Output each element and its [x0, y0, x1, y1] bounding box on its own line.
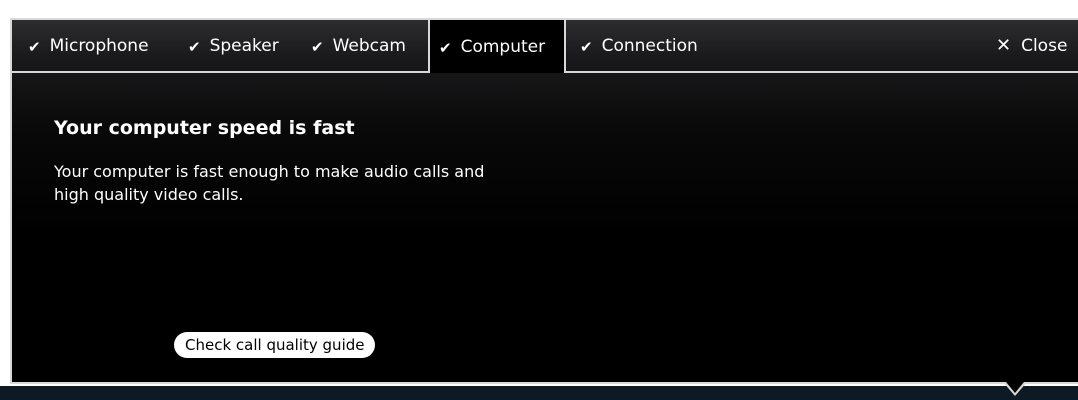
- tab-speaker[interactable]: ✔ Speaker: [188, 20, 279, 71]
- tab-label: Microphone: [49, 35, 149, 56]
- tab-connection[interactable]: ✔ Connection: [580, 20, 698, 71]
- tab-label: Connection: [601, 35, 698, 56]
- check-icon: ✔: [439, 38, 452, 57]
- tab-microphone[interactable]: ✔ Microphone: [28, 20, 149, 71]
- check-icon: ✔: [28, 37, 41, 56]
- background-strip: [0, 386, 1078, 400]
- tab-label: Computer: [460, 36, 546, 57]
- tab-label: Webcam: [332, 35, 406, 56]
- close-icon: ✕: [996, 35, 1012, 56]
- check-icon: ✔: [580, 37, 593, 56]
- content-description: Your computer is fast enough to make aud…: [54, 162, 485, 204]
- tab-computer[interactable]: ✔ Computer: [428, 18, 566, 73]
- close-button[interactable]: ✕ Close: [996, 20, 1067, 71]
- close-label: Close: [1021, 35, 1068, 56]
- tab-webcam[interactable]: ✔ Webcam: [311, 20, 406, 71]
- check-icon: ✔: [311, 37, 324, 56]
- check-call-quality-guide-button[interactable]: Check call quality guide: [174, 332, 376, 358]
- check-icon: ✔: [188, 37, 201, 56]
- call-test-window: ✔ Microphone ✔ Speaker ✔ Webcam ✔ Comput…: [0, 0, 1078, 400]
- tab-label: Speaker: [209, 35, 279, 56]
- content-title: Your computer speed is fast: [54, 117, 355, 139]
- pointer-arrow-inner: [1006, 382, 1024, 393]
